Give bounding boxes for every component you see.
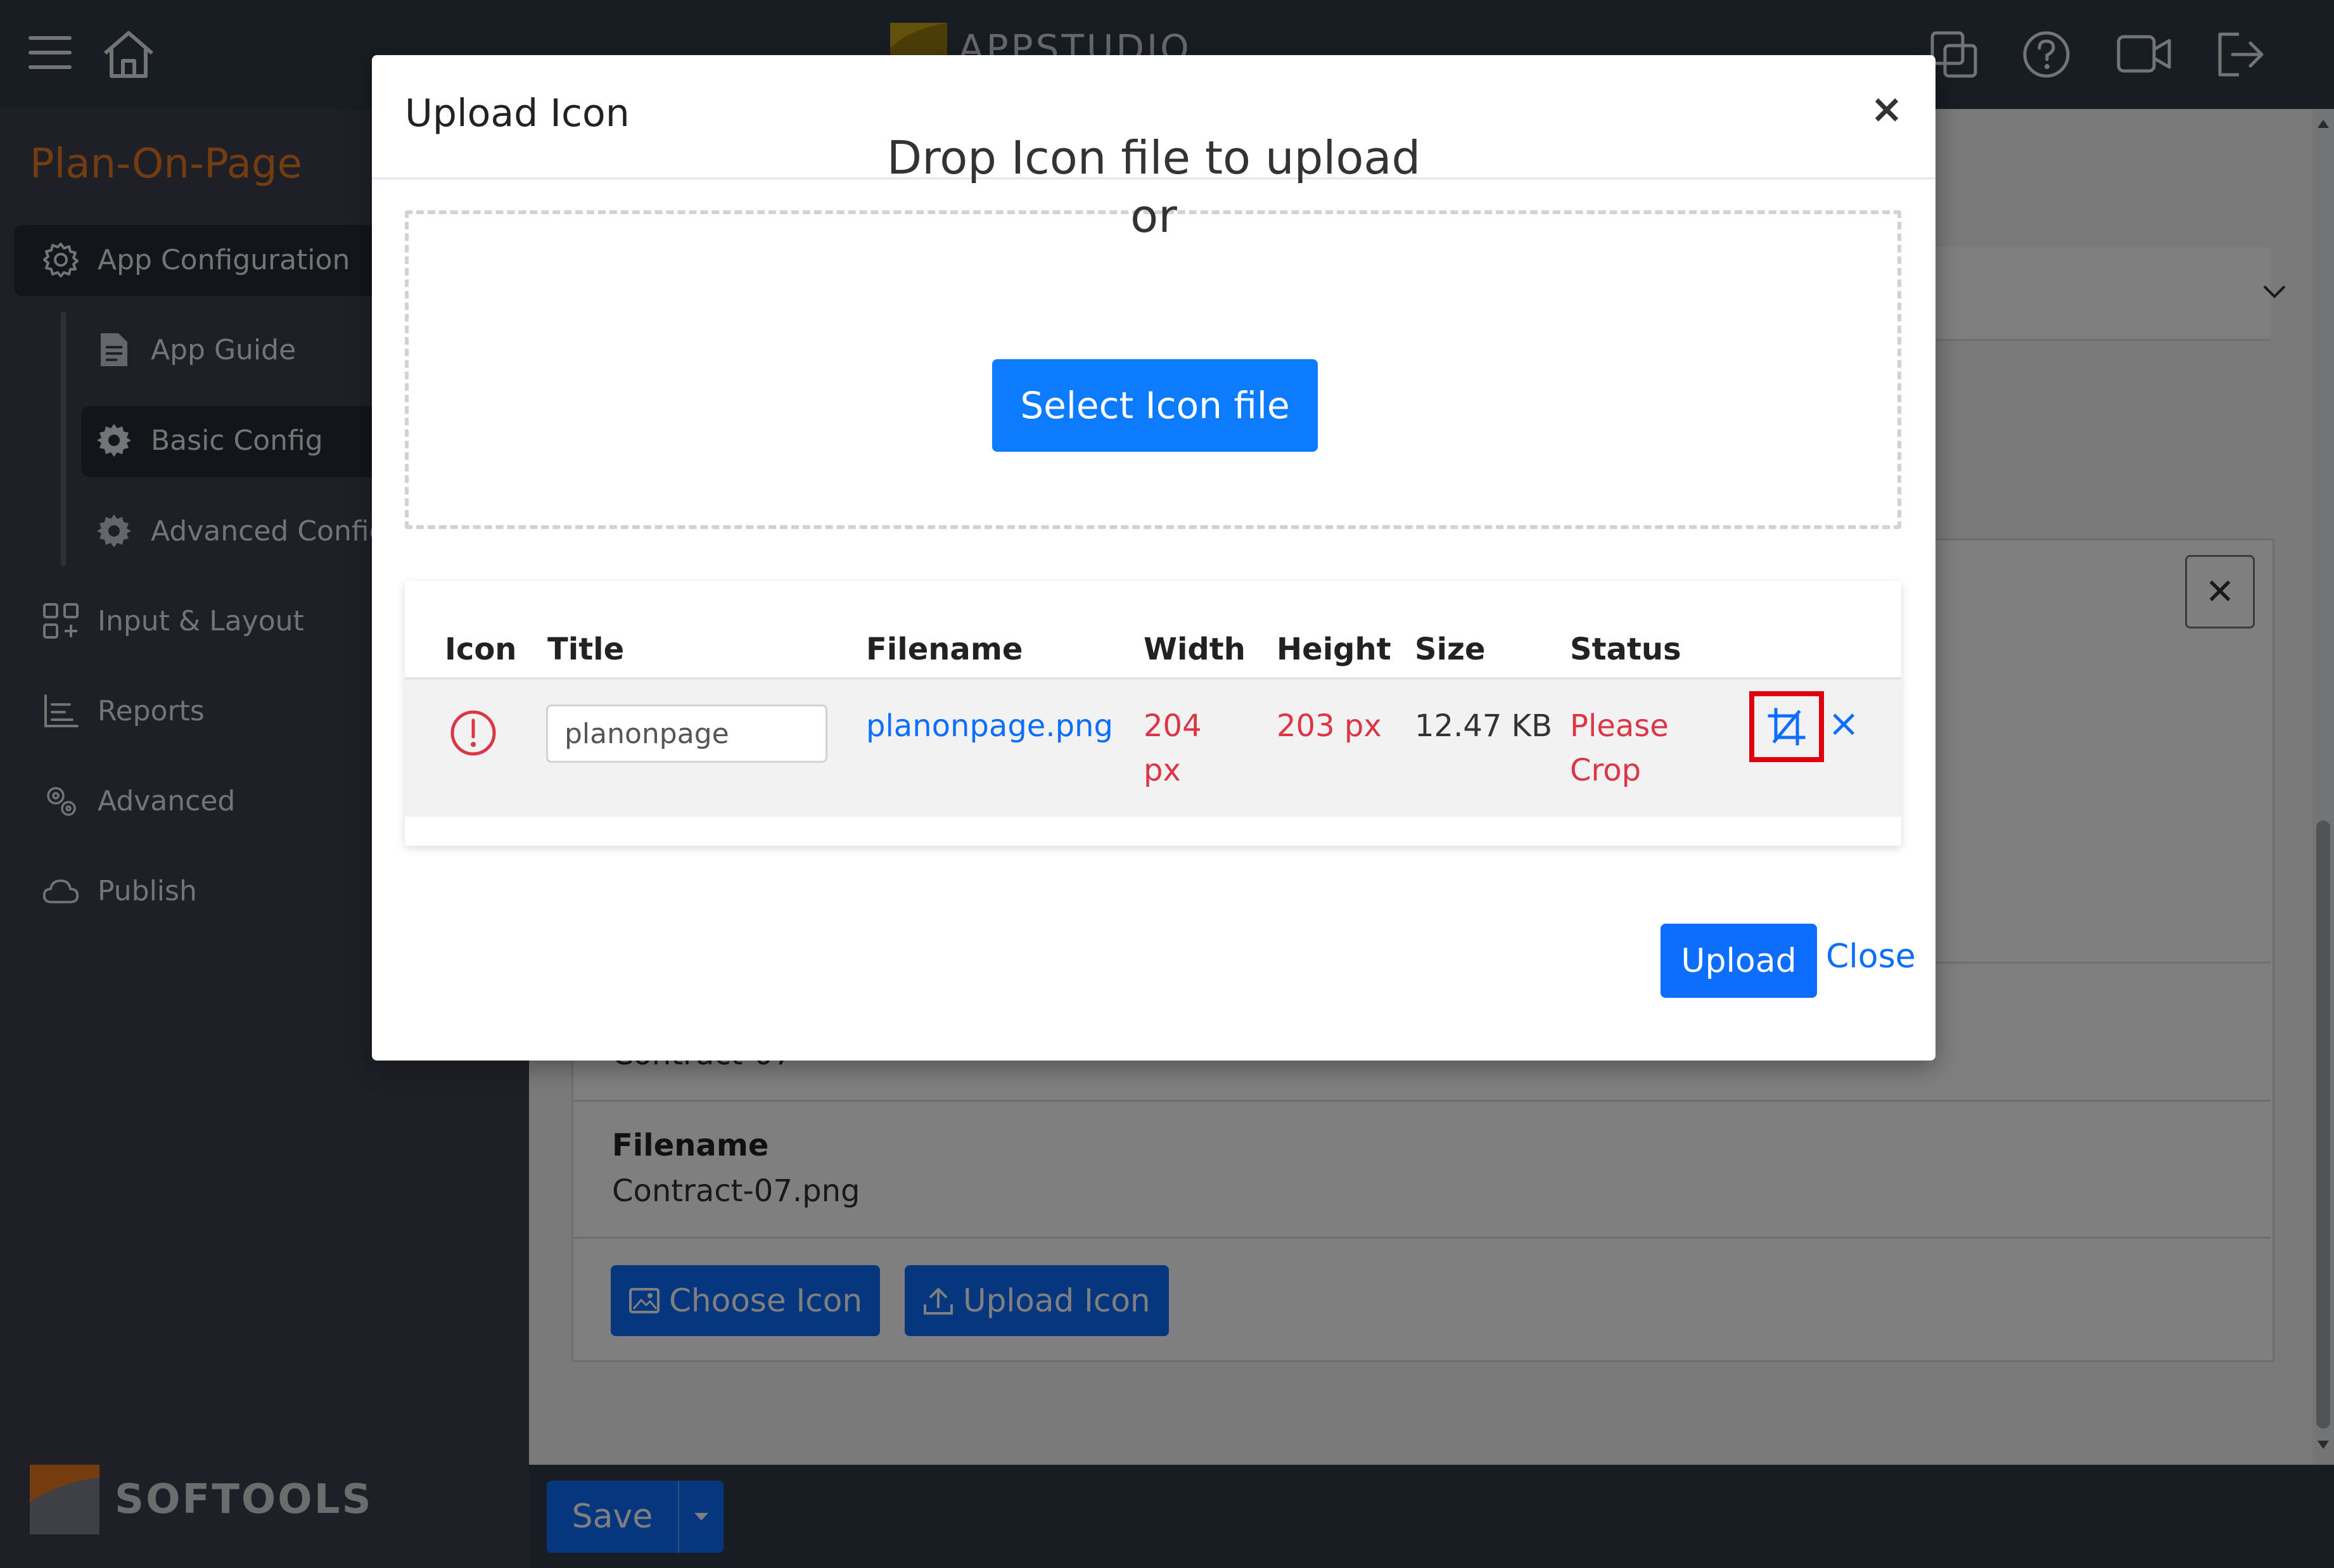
column-header-height: Height (1277, 632, 1391, 667)
dropzone-or-text: or (1130, 189, 1177, 243)
column-header-size: Size (1415, 632, 1486, 667)
column-header-icon: Icon (445, 632, 517, 667)
select-icon-file-button[interactable]: Select Icon file (992, 359, 1318, 452)
crop-icon (1768, 708, 1806, 746)
width-unit: px (1144, 753, 1181, 788)
column-header-status: Status (1570, 632, 1681, 667)
width-number: 204 (1144, 708, 1202, 744)
icon-title-input[interactable] (546, 704, 827, 763)
modal-title: Upload Icon (405, 91, 630, 136)
remove-file-icon[interactable]: × (1828, 701, 1859, 746)
upload-table: Icon Title Filename Width Height Size St… (405, 581, 1901, 846)
column-header-title: Title (547, 632, 625, 667)
column-header-width: Width (1144, 632, 1246, 667)
crop-button[interactable] (1749, 691, 1824, 762)
status-value: Please Crop (1570, 704, 1669, 793)
dropzone-text: Drop Icon file to upload (886, 131, 1421, 184)
size-value: 12.47 KB (1415, 708, 1553, 744)
height-value: 203 px (1277, 708, 1382, 744)
upload-icon-modal: Upload Icon × Drop Icon file to upload o… (372, 55, 1935, 1061)
filename-link[interactable]: planonpage.png (866, 704, 1113, 748)
error-icon (449, 709, 497, 757)
column-header-filename: Filename (866, 632, 1023, 667)
modal-close-icon[interactable]: × (1870, 86, 1903, 132)
width-value: 204 px (1144, 704, 1202, 793)
status-line-1: Please (1570, 708, 1669, 744)
upload-button[interactable]: Upload (1661, 924, 1817, 998)
status-line-2: Crop (1570, 753, 1642, 788)
close-link[interactable]: Close (1826, 938, 1916, 976)
